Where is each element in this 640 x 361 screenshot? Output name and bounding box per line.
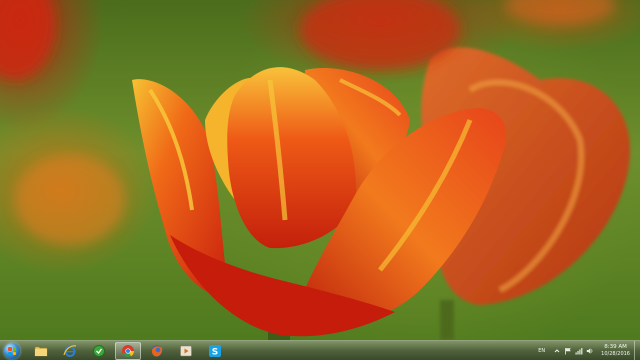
desktop[interactable] xyxy=(0,0,640,340)
taskbar: S EN 8:39 AM 10/28/2016 xyxy=(0,340,640,361)
firefox-icon xyxy=(151,345,163,357)
skype-icon: S xyxy=(209,345,221,358)
show-hidden-icons-chevron-icon[interactable] xyxy=(553,347,561,355)
svg-text:S: S xyxy=(212,348,218,358)
taskbar-chrome-button[interactable] xyxy=(115,342,141,360)
system-tray: EN 8:39 AM 10/28/2016 xyxy=(538,341,640,361)
volume-icon[interactable] xyxy=(586,347,594,355)
taskbar-firefox-button[interactable] xyxy=(144,342,170,360)
language-indicator[interactable]: EN xyxy=(538,348,545,354)
clock-time: 8:39 AM xyxy=(604,344,627,350)
network-icon[interactable] xyxy=(575,347,583,355)
taskbar-internet-explorer-button[interactable] xyxy=(57,342,83,360)
green-circle-icon xyxy=(93,345,105,357)
taskbar-windows-explorer-button[interactable] xyxy=(28,342,54,360)
show-desktop-button[interactable] xyxy=(634,341,640,361)
folder-icon xyxy=(34,346,48,357)
taskbar-media-player-button[interactable] xyxy=(173,342,199,360)
start-button[interactable] xyxy=(2,342,22,360)
ie-icon xyxy=(63,345,77,357)
chrome-icon xyxy=(122,345,134,358)
windows-orb-icon xyxy=(4,343,20,359)
taskbar-utility-app-button[interactable] xyxy=(86,342,112,360)
clock-date: 10/28/2016 xyxy=(601,351,630,357)
clock[interactable]: 8:39 AM 10/28/2016 xyxy=(601,344,630,358)
media-player-icon xyxy=(180,345,192,357)
flag-icon[interactable] xyxy=(564,347,572,355)
tulip-wallpaper xyxy=(0,0,630,340)
taskbar-skype-button[interactable]: S xyxy=(202,342,228,360)
